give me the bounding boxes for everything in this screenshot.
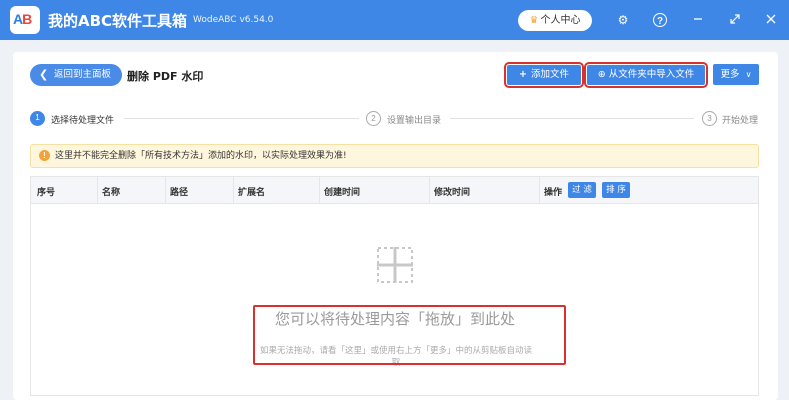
add-file-label: 添加文件 <box>530 69 569 80</box>
column-divider <box>165 177 166 204</box>
column-header-index: 序号 <box>37 188 56 198</box>
user-center-label: 个人中心 <box>540 15 581 26</box>
back-label: 返回到主面板 <box>54 69 112 80</box>
title-bar: AB 我的ABC软件工具箱 WodeABC v6.54.0 ♛ 个人中心 ⚙ ? <box>0 0 789 40</box>
step-3-number: 3 <box>702 111 717 126</box>
warning-banner: ! 这里并不能完全删除「所有技术方法」添加的水印，以实际处理效果为准! <box>30 144 759 168</box>
step-1-label: 选择待处理文件 <box>51 116 115 126</box>
column-header-path: 路径 <box>170 188 189 198</box>
warning-icon: ! <box>39 150 50 161</box>
table-header: 序号 名称 路径 扩展名 创建时间 修改时间 操作 过 滤 排 序 <box>31 177 758 204</box>
column-divider <box>429 177 430 204</box>
column-header-name: 名称 <box>102 188 121 198</box>
close-icon[interactable] <box>762 11 780 29</box>
filter-button[interactable]: 过 滤 <box>568 182 596 198</box>
column-header-modified: 修改时间 <box>434 188 471 198</box>
back-to-main-button[interactable]: ❮ 返回到主面板 <box>30 64 122 86</box>
warning-text: 这里并不能完全删除「所有技术方法」添加的水印，以实际处理效果为准! <box>55 151 347 161</box>
add-circle-icon: ⊕ <box>597 69 606 80</box>
step-indicator: 1 选择待处理文件 2 设置输出目录 3 开始处理 <box>13 108 778 128</box>
import-folder-button[interactable]: ⊕ 从文件夹中导入文件 <box>584 62 708 88</box>
column-divider <box>539 177 540 204</box>
drag-drop-icon <box>377 247 413 283</box>
step-2-label: 设置输出目录 <box>387 116 442 126</box>
drop-zone-highlight <box>253 305 566 365</box>
column-divider <box>97 177 98 204</box>
page-title: 删除 PDF 水印 <box>127 70 204 83</box>
more-label: 更多 <box>720 69 740 80</box>
maximize-icon[interactable] <box>726 11 744 29</box>
column-header-extension: 扩展名 <box>238 188 266 198</box>
minimize-icon[interactable] <box>689 11 707 29</box>
sort-button[interactable]: 排 序 <box>602 182 630 198</box>
user-center-button[interactable]: ♛ 个人中心 <box>518 10 592 31</box>
settings-icon[interactable]: ⚙ <box>614 11 632 29</box>
plus-icon: + <box>519 69 527 80</box>
step-2-number: 2 <box>366 111 381 126</box>
import-folder-label: 从文件夹中导入文件 <box>608 69 695 80</box>
app-version: WodeABC v6.54.0 <box>193 15 274 25</box>
help-icon[interactable]: ? <box>653 13 667 27</box>
logo-letter-a: A <box>13 11 23 27</box>
more-button[interactable]: 更多 ∨ <box>713 64 759 85</box>
chevron-left-icon: ❮ <box>39 68 49 81</box>
file-table: 序号 名称 路径 扩展名 创建时间 修改时间 操作 过 滤 排 序 您可以将待处… <box>30 176 759 396</box>
step-divider <box>124 118 359 119</box>
step-divider <box>450 118 694 119</box>
column-divider <box>319 177 320 204</box>
column-header-created: 创建时间 <box>324 188 361 198</box>
column-header-actions: 操作 <box>544 188 563 198</box>
column-divider <box>233 177 234 204</box>
main-panel: ❮ 返回到主面板 删除 PDF 水印 + 添加文件 ⊕ 从文件夹中导入文件 更多 ∨… <box>13 52 778 400</box>
chevron-down-icon: ∨ <box>745 70 752 79</box>
crown-icon: ♛ <box>529 15 539 26</box>
app-title: 我的ABC软件工具箱 <box>48 12 188 30</box>
app-logo: AB <box>10 6 40 34</box>
add-file-button[interactable]: + 添加文件 <box>504 62 584 88</box>
logo-letter-b: B <box>22 11 32 27</box>
step-3-label: 开始处理 <box>722 116 759 126</box>
step-1-number: 1 <box>30 111 45 126</box>
